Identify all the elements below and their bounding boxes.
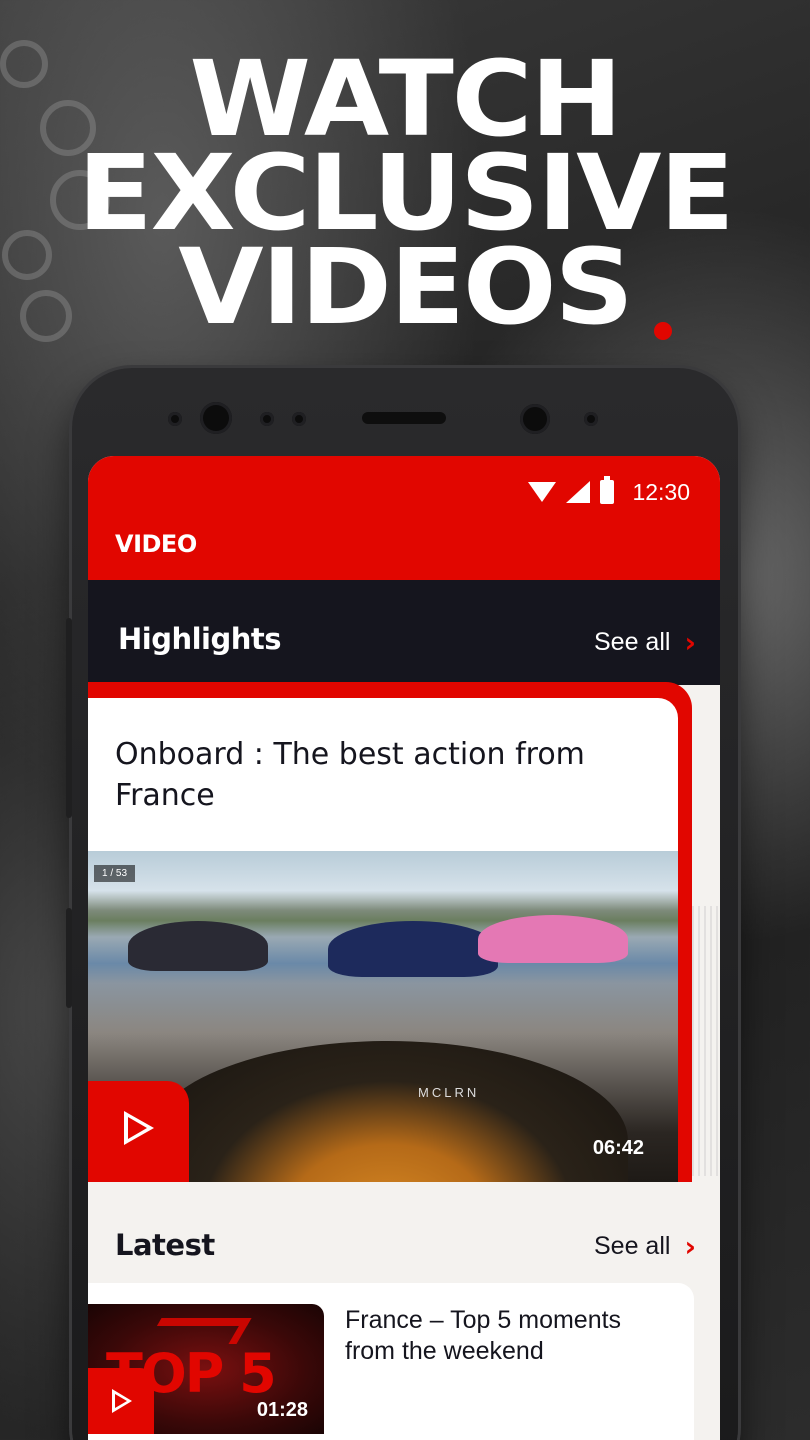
- highlight-title: Onboard : The best action from France: [115, 737, 585, 813]
- front-camera: [200, 402, 232, 434]
- car-image: [478, 915, 628, 963]
- signal-icon: [566, 481, 591, 503]
- video-duration: 06:42: [592, 1137, 644, 1159]
- latest-item-title: France – Top 5 moments from the weekend: [345, 1306, 622, 1365]
- highlights-see-all-button[interactable]: See all ›: [594, 626, 696, 659]
- see-all-label: See all: [594, 628, 671, 656]
- sensor-dot: [168, 412, 182, 426]
- chevron-right-icon: ›: [684, 626, 696, 659]
- counter-badge: 1 / 53: [94, 865, 136, 882]
- side-button: [66, 908, 72, 1008]
- see-all-label: See all: [594, 1232, 671, 1260]
- page-title: VIDEO: [115, 530, 197, 558]
- iris-sensor: [520, 404, 550, 434]
- play-button[interactable]: [88, 1368, 154, 1434]
- phone-screen: 12:30 VIDEO Highlights See all › Onboard…: [88, 456, 720, 1440]
- app-bar: 12:30 VIDEO: [88, 456, 720, 580]
- status-time: 12:30: [632, 478, 690, 505]
- latest-see-all-button[interactable]: See all ›: [594, 1230, 696, 1263]
- promo-dot: [654, 322, 672, 340]
- cockpit-image: [148, 1041, 628, 1182]
- decorative-stripes: [692, 906, 720, 1176]
- latest-thumbnail[interactable]: TOP 5 01:28: [88, 1304, 324, 1434]
- sensor-dot: [260, 412, 274, 426]
- play-button[interactable]: [88, 1081, 189, 1182]
- video-duration: 01:28: [256, 1399, 308, 1421]
- chevron-right-icon: ›: [684, 1230, 696, 1263]
- highlight-card[interactable]: Onboard : The best action from France MC…: [88, 698, 678, 1182]
- highlights-header: Highlights See all ›: [88, 580, 720, 685]
- battery-icon: [600, 476, 615, 504]
- wifi-icon: [528, 482, 557, 502]
- promo-line-3: VIDEOS: [178, 226, 634, 348]
- volume-button: [66, 618, 72, 818]
- promo-headline: WATCH EXCLUSIVE VIDEOS: [0, 47, 810, 348]
- f1-logo-icon: [146, 1318, 252, 1344]
- latest-title: Latest: [115, 1228, 215, 1262]
- sensor-dot: [292, 412, 306, 426]
- latest-item[interactable]: TOP 5 01:28 France – Top 5 moments from …: [88, 1283, 694, 1440]
- status-bar: 12:30: [528, 476, 690, 506]
- car-image: [328, 921, 498, 977]
- play-icon: [112, 1389, 132, 1413]
- sensor-dot: [584, 412, 598, 426]
- highlight-thumbnail[interactable]: MCLRN 1 / 53 06:42: [88, 851, 678, 1182]
- play-icon: [124, 1111, 154, 1145]
- car-marking: MCLRN: [418, 1085, 480, 1100]
- highlights-title: Highlights: [118, 622, 282, 656]
- earpiece-speaker: [362, 412, 446, 424]
- car-image: [128, 921, 268, 971]
